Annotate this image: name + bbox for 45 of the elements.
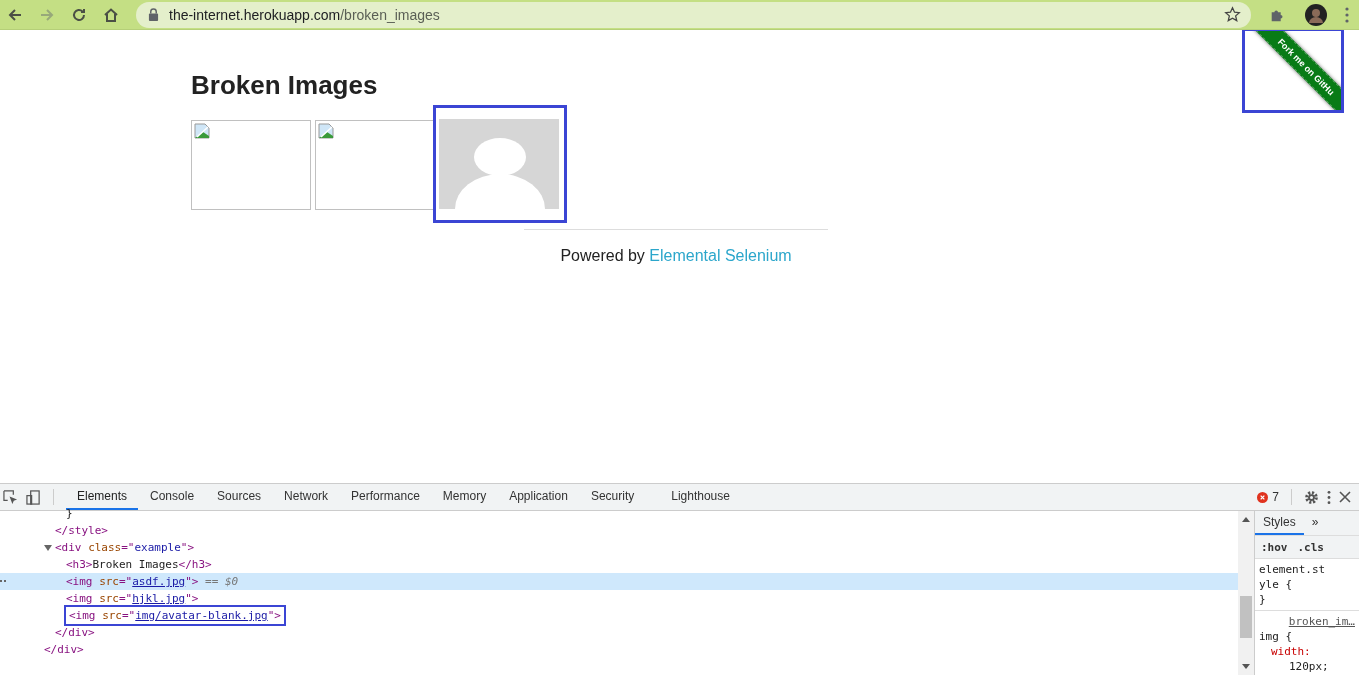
close-icon[interactable] xyxy=(1339,491,1351,503)
devtools-tab[interactable]: Security xyxy=(579,484,646,510)
avatar-icon[interactable] xyxy=(1305,3,1327,26)
lock-icon xyxy=(148,8,159,21)
devtools-tab[interactable]: Console xyxy=(139,484,206,510)
css-value: 120px; xyxy=(1288,659,1330,674)
devtools-tab[interactable]: Performance xyxy=(340,484,431,510)
star-icon[interactable] xyxy=(1224,6,1241,23)
code-line[interactable]: </div> xyxy=(55,624,95,641)
code-line[interactable]: <div class="example"> xyxy=(55,539,195,556)
code-line[interactable]: </style> xyxy=(55,522,108,539)
devtools-tab[interactable]: Lighthouse xyxy=(660,484,741,510)
broken-image-icon xyxy=(318,123,334,139)
rule-selector: element.style { xyxy=(1259,562,1327,592)
url-text: the-internet.herokuapp.com/broken_images xyxy=(169,6,441,23)
devtools-tab[interactable]: Network xyxy=(273,484,340,510)
source-link[interactable]: broken_im… xyxy=(1288,614,1355,629)
code-line[interactable]: </div> xyxy=(44,641,84,658)
code-line[interactable]: <img src="img/avatar-blank.jpg"> xyxy=(66,607,284,624)
device-icon[interactable] xyxy=(26,489,41,505)
broken-image-icon xyxy=(194,123,210,139)
more-icon[interactable] xyxy=(1327,489,1331,505)
error-icon xyxy=(1257,491,1269,503)
menu-icon[interactable] xyxy=(1345,6,1349,23)
expand-triangle-icon[interactable] xyxy=(44,545,52,551)
styles-tab[interactable]: » xyxy=(1303,511,1327,535)
css-property: width: xyxy=(1270,644,1312,659)
scrollbar[interactable] xyxy=(1238,511,1254,675)
code-line[interactable]: <img src="asdf.jpg"> == $0 xyxy=(66,573,239,590)
devtools-tab[interactable]: Memory xyxy=(431,484,498,510)
devtools-tab[interactable]: Application xyxy=(498,484,579,510)
devtools-tab[interactable]: Sources xyxy=(206,484,273,510)
filter-button[interactable]: .cls xyxy=(1293,540,1328,554)
code-line[interactable]: <img src="hjkl.jpg"> xyxy=(66,590,199,607)
page-heading: Broken Images xyxy=(191,70,379,101)
address-bar[interactable]: the-internet.herokuapp.com/broken_images xyxy=(136,1,1251,28)
inspect-icon[interactable] xyxy=(3,489,18,505)
filter-button[interactable]: :hov xyxy=(1257,540,1292,554)
settings-icon[interactable] xyxy=(1304,489,1319,505)
rule-selector: img { xyxy=(1259,629,1294,644)
devtools-tab[interactable]: Elements xyxy=(66,484,139,510)
footer-text: Powered by xyxy=(560,247,645,264)
rule-brace: } xyxy=(1259,592,1267,607)
code-line[interactable]: <h3>Broken Images</h3> xyxy=(66,556,212,573)
error-count[interactable]: 7 xyxy=(1272,490,1279,504)
